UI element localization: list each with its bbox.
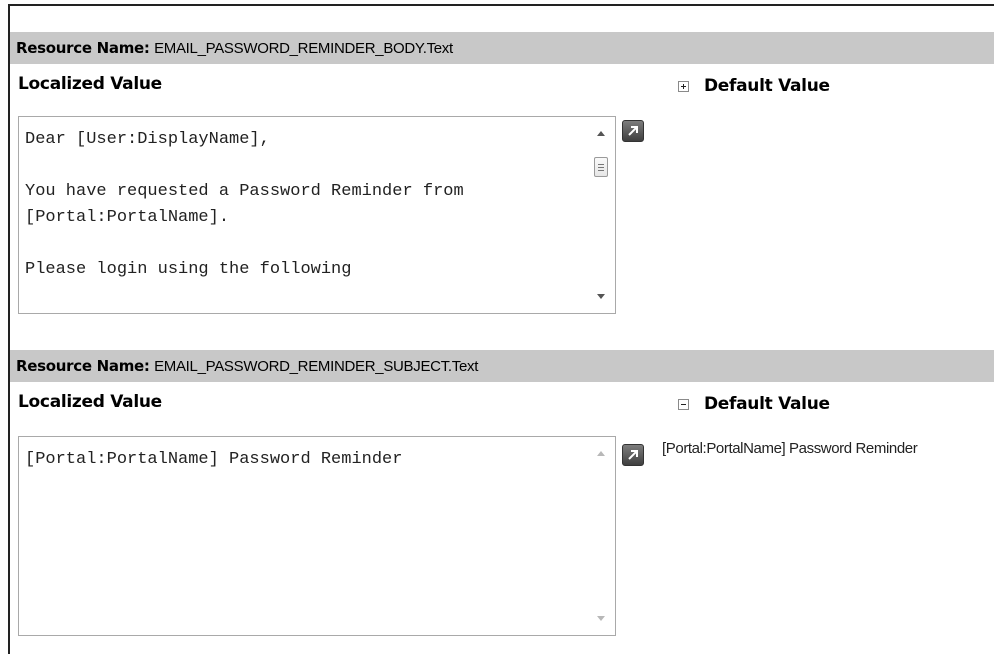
scroll-thumb[interactable] (594, 157, 608, 177)
resource-name-label: Resource Name: (16, 357, 150, 375)
expand-editor-icon[interactable] (622, 120, 644, 142)
default-value-label: Default Value (704, 394, 830, 414)
resource-name-value: EMAIL_PASSWORD_REMINDER_BODY.Text (154, 40, 453, 57)
expand-editor-icon[interactable] (622, 444, 644, 466)
scroll-down-arrow-icon[interactable] (597, 616, 605, 621)
scroll-down-arrow-icon[interactable] (597, 294, 605, 299)
resource-name-value: EMAIL_PASSWORD_REMINDER_SUBJECT.Text (154, 358, 479, 375)
default-value-label: Default Value (704, 76, 830, 96)
localized-value-text[interactable]: Dear [User:DisplayName], You have reques… (25, 127, 583, 283)
resource-name-label: Resource Name: (16, 39, 150, 57)
textarea-scrollbar[interactable] (589, 437, 615, 635)
plus-icon[interactable] (678, 80, 689, 92)
localized-value-label: Localized Value (18, 392, 162, 412)
scroll-up-arrow-icon[interactable] (597, 131, 605, 136)
localized-value-textarea[interactable]: [Portal:PortalName] Password Reminder (18, 436, 616, 636)
localized-value-text[interactable]: [Portal:PortalName] Password Reminder (25, 447, 583, 473)
default-value-toggle[interactable]: Default Value (678, 76, 830, 96)
localized-value-label: Localized Value (18, 74, 162, 94)
scroll-up-arrow-icon[interactable] (597, 451, 605, 456)
default-value-text: [Portal:PortalName] Password Reminder (662, 440, 918, 457)
resource-header: Resource Name: EMAIL_PASSWORD_REMINDER_B… (10, 32, 994, 64)
default-value-toggle[interactable]: Default Value (678, 394, 830, 414)
minus-icon[interactable] (678, 398, 689, 410)
resource-header: Resource Name: EMAIL_PASSWORD_REMINDER_S… (10, 350, 994, 382)
textarea-scrollbar[interactable] (589, 117, 615, 313)
localized-value-textarea[interactable]: Dear [User:DisplayName], You have reques… (18, 116, 616, 314)
